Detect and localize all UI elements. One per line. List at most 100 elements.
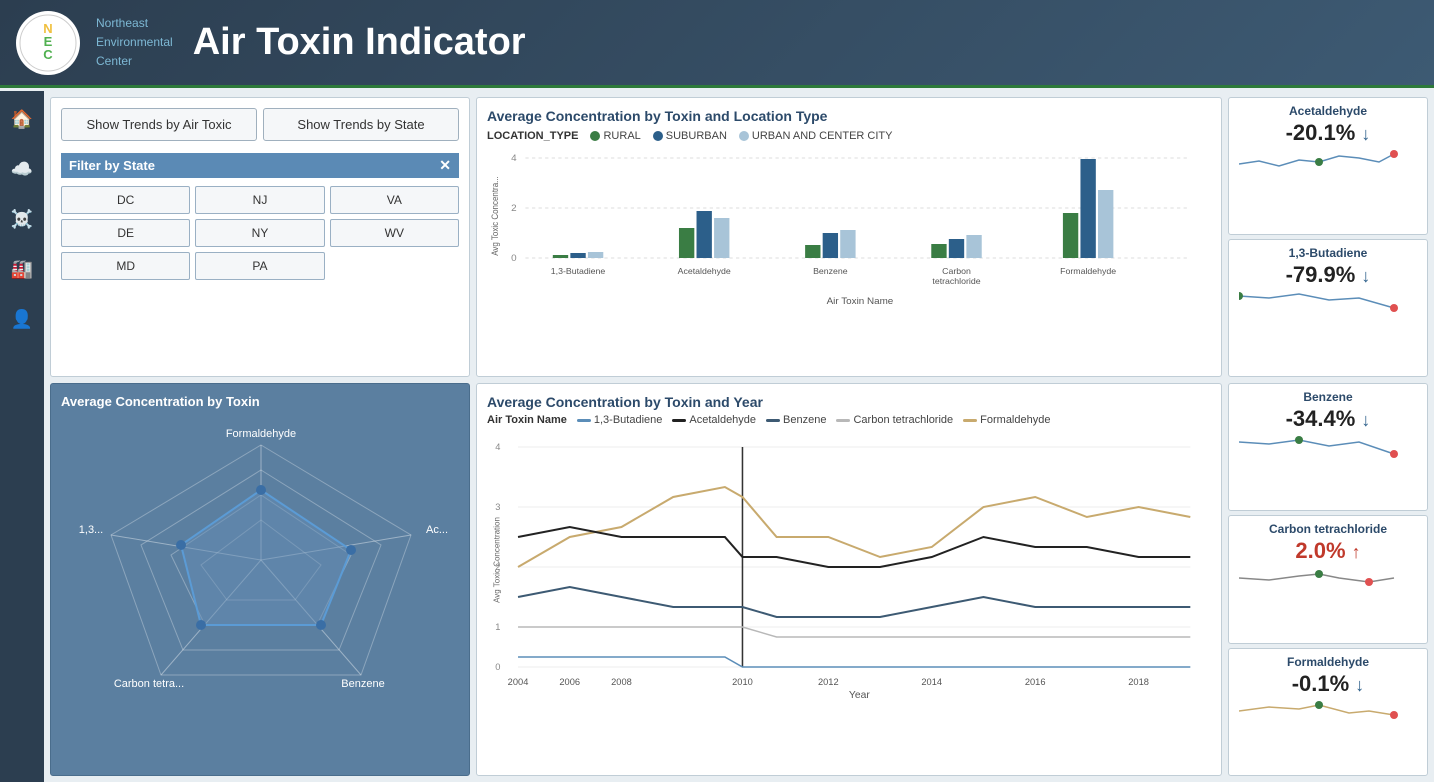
state-btn-pa[interactable]: PA: [195, 252, 324, 280]
svg-text:0: 0: [495, 662, 500, 672]
svg-text:Benzene: Benzene: [813, 266, 848, 276]
bar-chart-panel: Average Concentration by Toxin and Locat…: [476, 97, 1222, 377]
state-btn-wv[interactable]: WV: [330, 219, 459, 247]
filter-clear-icon[interactable]: ✕: [439, 157, 451, 174]
svg-text:C: C: [43, 47, 53, 62]
svg-text:Benzene: Benzene: [341, 678, 384, 690]
svg-text:1,3-Butadiene: 1,3-Butadiene: [551, 266, 606, 276]
legend-urban: URBAN AND CENTER CITY: [739, 130, 893, 142]
filter-state-header: Filter by State ✕: [61, 153, 459, 178]
main-content: Show Trends by Air Toxic Show Trends by …: [44, 91, 1434, 782]
sidebar-toxin-icon[interactable]: ☠️: [6, 203, 38, 235]
sidebar-user-icon[interactable]: 👤: [6, 303, 38, 335]
kpi-acetaldehyde-title: Acetaldehyde: [1239, 104, 1417, 118]
state-btn-nj[interactable]: NJ: [195, 186, 324, 214]
kpi-acetaldehyde: Acetaldehyde -20.1% ↓: [1228, 97, 1428, 235]
legend-rural: RURAL: [590, 130, 640, 142]
svg-text:tetrachloride: tetrachloride: [932, 276, 981, 286]
svg-text:Ac...: Ac...: [426, 524, 448, 536]
show-trends-air-toxic-button[interactable]: Show Trends by Air Toxic: [61, 108, 257, 141]
svg-text:Acetaldehyde: Acetaldehyde: [678, 266, 731, 276]
svg-text:Formaldehyde: Formaldehyde: [1060, 266, 1116, 276]
svg-text:1,3...: 1,3...: [79, 524, 103, 536]
legend-benzene-line: Benzene: [766, 414, 826, 426]
radar-chart-title: Average Concentration by Toxin: [61, 394, 459, 409]
state-grid: DC NJ VA DE NY WV MD PA: [61, 186, 459, 280]
kpi-bottom-column: Benzene -34.4% ↓ Carbon tetrachloride 2.…: [1228, 383, 1428, 776]
sidebar-cloud-icon[interactable]: ☁️: [6, 153, 38, 185]
kpi-carbon-title: Carbon tetrachloride: [1239, 522, 1417, 536]
bar-chart-title: Average Concentration by Toxin and Locat…: [487, 108, 1211, 124]
sidebar-building-icon[interactable]: 🏭: [6, 253, 38, 285]
svg-text:4: 4: [495, 442, 500, 452]
logo: N E C: [16, 11, 80, 75]
svg-text:2018: 2018: [1128, 677, 1149, 687]
kpi-column: Acetaldehyde -20.1% ↓ 1,3-Butadiene -79.…: [1228, 97, 1428, 377]
row1: Show Trends by Air Toxic Show Trends by …: [50, 97, 1428, 377]
bar-chart-legend: LOCATION_TYPE RURAL SUBURBAN URBAN AND C…: [487, 130, 1211, 142]
kpi-carbon-spark: [1239, 564, 1419, 592]
filter-state-label: Filter by State: [69, 158, 155, 173]
svg-text:Avg Toxic Concentration: Avg Toxic Concentration: [492, 517, 501, 603]
line-chart-svg: 4 3 2 1 0 Avg Toxic Concentration: [487, 430, 1211, 700]
state-btn-md[interactable]: MD: [61, 252, 190, 280]
kpi-carbon-value: 2.0% ↑: [1239, 538, 1417, 564]
kpi-benzene-title: Benzene: [1239, 390, 1417, 404]
kpi-acetaldehyde-value: -20.1% ↓: [1239, 120, 1417, 146]
kpi-carbon-tetrachloride: Carbon tetrachloride 2.0% ↑: [1228, 515, 1428, 643]
line-chart-legend: Air Toxin Name 1,3-Butadiene Acetaldehyd…: [487, 414, 1211, 426]
kpi-formaldehyde: Formaldehyde -0.1% ↓: [1228, 648, 1428, 776]
show-trends-state-button[interactable]: Show Trends by State: [263, 108, 459, 141]
kpi-benzene-spark: [1239, 432, 1419, 460]
state-btn-ny[interactable]: NY: [195, 219, 324, 247]
sidebar-home-icon[interactable]: 🏠: [6, 103, 38, 135]
kpi-butadiene: 1,3-Butadiene -79.9% ↓: [1228, 239, 1428, 377]
legend-formaldehyde-line: Formaldehyde: [963, 414, 1050, 426]
org-name: Northeast Environmental Center: [96, 14, 173, 72]
svg-text:1: 1: [495, 622, 500, 632]
state-btn-dc[interactable]: DC: [61, 186, 190, 214]
kpi-butadiene-title: 1,3-Butadiene: [1239, 246, 1417, 260]
legend-carbon-line: Carbon tetrachloride: [836, 414, 953, 426]
svg-text:0: 0: [511, 253, 516, 263]
svg-text:2014: 2014: [921, 677, 942, 687]
state-btn-de[interactable]: DE: [61, 219, 190, 247]
line-chart-title: Average Concentration by Toxin and Year: [487, 394, 1211, 410]
svg-text:2016: 2016: [1025, 677, 1046, 687]
filter-panel: Show Trends by Air Toxic Show Trends by …: [50, 97, 470, 377]
kpi-formaldehyde-spark: [1239, 697, 1419, 725]
svg-text:2004: 2004: [508, 677, 529, 687]
svg-text:2: 2: [511, 203, 516, 213]
svg-text:2006: 2006: [559, 677, 580, 687]
svg-text:Formaldehyde: Formaldehyde: [226, 428, 296, 440]
row2: Average Concentration by Toxin: [50, 383, 1428, 776]
page-title: Air Toxin Indicator: [193, 21, 526, 64]
topbar: N E C Northeast Environmental Center Air…: [0, 0, 1434, 88]
legend-acetaldehyde-line: Acetaldehyde: [672, 414, 756, 426]
kpi-benzene: Benzene -34.4% ↓: [1228, 383, 1428, 511]
kpi-formaldehyde-value: -0.1% ↓: [1239, 671, 1417, 697]
air-toxin-name-label: Air Toxin Name: [487, 414, 567, 426]
radar-chart-svg: Formaldehyde Ac... Benzene Carbon tetra.…: [61, 415, 461, 705]
legend-butadiene: 1,3-Butadiene: [577, 414, 663, 426]
kpi-formaldehyde-title: Formaldehyde: [1239, 655, 1417, 669]
svg-text:2008: 2008: [611, 677, 632, 687]
svg-text:Carbon tetra...: Carbon tetra...: [114, 678, 184, 690]
legend-suburban: SUBURBAN: [653, 130, 727, 142]
svg-text:Year: Year: [849, 690, 870, 700]
svg-text:2010: 2010: [732, 677, 753, 687]
btn-row: Show Trends by Air Toxic Show Trends by …: [61, 108, 459, 141]
svg-text:Air Toxin Name: Air Toxin Name: [827, 296, 894, 306]
legend-location-label: LOCATION_TYPE: [487, 130, 578, 142]
svg-text:Carbon: Carbon: [942, 266, 971, 276]
sidebar: 🏠 ☁️ ☠️ 🏭 👤: [0, 91, 44, 782]
state-btn-va[interactable]: VA: [330, 186, 459, 214]
radar-chart-panel: Average Concentration by Toxin: [50, 383, 470, 776]
svg-text:3: 3: [495, 502, 500, 512]
svg-text:Avg Toxic Concentra...: Avg Toxic Concentra...: [490, 176, 500, 256]
kpi-benzene-value: -34.4% ↓: [1239, 406, 1417, 432]
svg-text:2012: 2012: [818, 677, 839, 687]
line-chart-panel: Average Concentration by Toxin and Year …: [476, 383, 1222, 776]
svg-text:4: 4: [511, 153, 516, 163]
kpi-butadiene-value: -79.9% ↓: [1239, 262, 1417, 288]
